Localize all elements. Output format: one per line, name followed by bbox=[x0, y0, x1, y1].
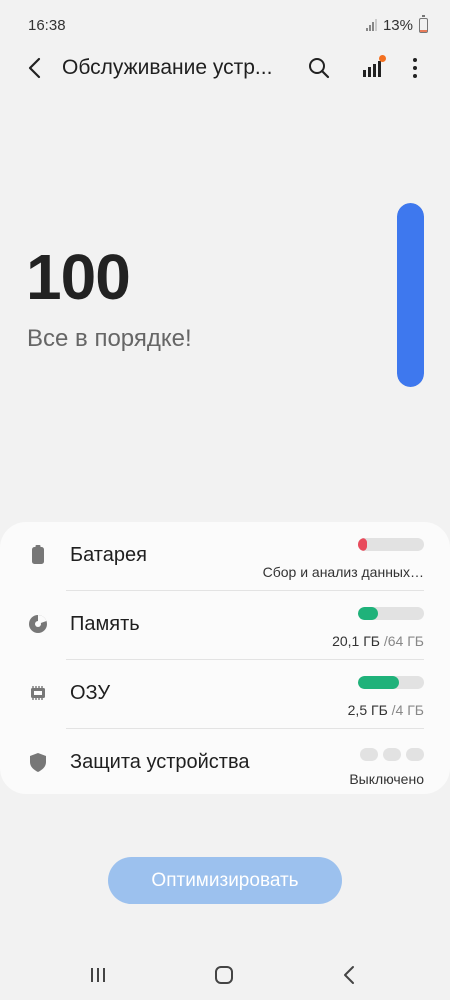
storage-value: 20,1 ГБ /64 ГБ bbox=[332, 633, 424, 649]
protection-label: Защита устройства bbox=[70, 751, 250, 773]
battery-status: Сбор и анализ данных… bbox=[262, 564, 424, 580]
ram-used: 2,5 ГБ bbox=[347, 702, 388, 718]
ram-label: ОЗУ bbox=[70, 682, 111, 704]
storage-used: 20,1 ГБ bbox=[332, 633, 380, 649]
chevron-left-icon bbox=[28, 57, 41, 79]
battery-meter bbox=[358, 538, 424, 551]
navigation-bar bbox=[0, 950, 450, 1000]
more-options-button[interactable] bbox=[402, 55, 428, 81]
storage-label: Память bbox=[70, 613, 140, 635]
score-bar bbox=[397, 203, 424, 387]
storage-meter bbox=[358, 607, 424, 620]
ram-total: /4 ГБ bbox=[391, 702, 424, 718]
score-bar-fill bbox=[397, 203, 424, 387]
shield-icon bbox=[30, 753, 46, 772]
page-title: Обслуживание устр... bbox=[62, 56, 273, 79]
list-item-protection[interactable]: Защита устройства Выключено bbox=[0, 729, 450, 797]
recent-apps-icon bbox=[91, 968, 105, 982]
optimize-button[interactable]: Оптимизировать bbox=[108, 857, 342, 904]
stats-button[interactable] bbox=[360, 55, 386, 81]
storage-meter-fill bbox=[358, 607, 379, 620]
battery-status-icon bbox=[419, 14, 428, 33]
battery-meter-fill bbox=[358, 538, 368, 551]
back-button[interactable] bbox=[22, 54, 50, 82]
status-time: 16:38 bbox=[28, 16, 66, 34]
ram-meter bbox=[358, 676, 424, 689]
ram-value: 2,5 ГБ /4 ГБ bbox=[348, 702, 424, 718]
home-button[interactable] bbox=[211, 962, 237, 988]
status-bar: 16:38 13% bbox=[0, 0, 450, 50]
more-vertical-icon bbox=[413, 58, 417, 78]
memory-chip-icon bbox=[31, 686, 45, 700]
list-item-storage[interactable]: Память 20,1 ГБ /64 ГБ bbox=[0, 591, 450, 659]
indicator-dot bbox=[406, 748, 424, 761]
ram-meter-fill bbox=[358, 676, 399, 689]
battery-percent: 13% bbox=[382, 16, 413, 34]
battery-level-fill bbox=[420, 29, 427, 32]
back-nav-button[interactable] bbox=[337, 962, 363, 988]
home-icon bbox=[215, 966, 233, 984]
list-item-ram[interactable]: ОЗУ 2,5 ГБ /4 ГБ bbox=[0, 660, 450, 728]
signal-icon bbox=[365, 19, 377, 31]
list-item-battery[interactable]: Батарея Сбор и анализ данных… bbox=[0, 522, 450, 590]
indicator-dot bbox=[360, 748, 378, 761]
protection-indicator bbox=[360, 748, 424, 761]
search-button[interactable] bbox=[306, 55, 332, 81]
recent-apps-button[interactable] bbox=[85, 962, 111, 988]
device-score: 100 bbox=[26, 241, 131, 313]
indicator-dot bbox=[383, 748, 401, 761]
back-icon bbox=[344, 966, 354, 984]
notification-badge bbox=[379, 55, 386, 62]
search-icon bbox=[309, 58, 330, 79]
protection-status: Выключено bbox=[349, 771, 424, 787]
maintenance-card: Батарея Сбор и анализ данных… Память 20,… bbox=[0, 522, 450, 794]
score-message: Все в порядке! bbox=[27, 325, 192, 352]
battery-icon bbox=[32, 545, 44, 564]
battery-label: Батарея bbox=[70, 544, 147, 566]
pie-chart-icon bbox=[29, 615, 47, 633]
toolbar: Обслуживание устр... bbox=[0, 44, 450, 94]
storage-total: /64 ГБ bbox=[383, 633, 424, 649]
status-indicators: 13% bbox=[365, 14, 428, 34]
